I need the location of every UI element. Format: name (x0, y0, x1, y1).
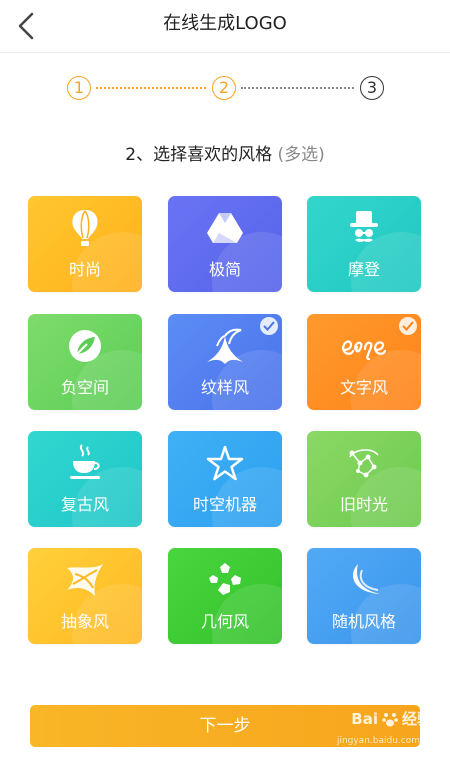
style-label: 负空间 (60, 378, 109, 397)
multi-select-hint: (多选) (277, 145, 325, 165)
style-tile-retro[interactable]: 复古风 (28, 431, 142, 527)
section-title: 2、选择喜欢的风格 (多选) (0, 140, 450, 165)
style-label: 纹样风 (200, 378, 249, 397)
abstract-swirl-icon (28, 560, 142, 600)
style-tile-abstract[interactable]: 抽象风 (28, 548, 142, 644)
step-connector-2 (241, 87, 354, 89)
style-tile-negative-space[interactable]: 负空间 (28, 314, 142, 410)
style-label: 旧时光 (339, 495, 388, 514)
progress-stepper: 1 2 3 (0, 70, 450, 110)
header-bar: 在线生成LOGO (0, 0, 450, 53)
style-tile-lettering[interactable]: 文字风 (307, 314, 421, 410)
step-3-indicator: 3 (360, 76, 384, 100)
style-label: 几何风 (200, 612, 249, 631)
style-label: 随机风格 (331, 612, 396, 631)
style-label: 复古风 (60, 495, 109, 514)
step-2-indicator: 2 (212, 76, 236, 100)
step-connector-1 (96, 87, 206, 89)
watermark-url: jingyan.baidu.com (336, 736, 420, 746)
paw-icon (382, 712, 398, 726)
selected-check-icon (260, 317, 278, 335)
style-tile-pattern[interactable]: 纹样风 (168, 314, 282, 410)
style-label: 时空机器 (192, 495, 257, 514)
page-title: 在线生成LOGO (163, 13, 287, 34)
style-tile-modern[interactable]: 摩登 (307, 196, 421, 292)
selected-check-icon (399, 317, 417, 335)
style-tile-old-times[interactable]: 旧时光 (307, 431, 421, 527)
style-label: 抽象风 (60, 612, 109, 631)
swoosh-icon (307, 560, 421, 600)
style-tile-random[interactable]: 随机风格 (307, 548, 421, 644)
style-tile-minimal[interactable]: 极简 (168, 196, 282, 292)
drive-triangle-icon (168, 208, 282, 248)
section-title-text: 2、选择喜欢的风格 (125, 145, 273, 165)
watermark-brand: Bai (351, 709, 378, 728)
hat-mustache-icon (307, 208, 421, 248)
style-label: 极简 (208, 260, 241, 279)
hot-air-balloon-icon (28, 208, 142, 248)
coffee-cup-icon (28, 443, 142, 483)
style-label: 摩登 (347, 260, 380, 279)
style-label: 文字风 (339, 378, 388, 397)
star-outline-icon (168, 443, 282, 483)
baidu-jingyan-watermark: Bai 经验 (351, 708, 432, 729)
style-tile-time-machine[interactable]: 时空机器 (168, 431, 282, 527)
pentagons-icon (168, 560, 282, 600)
watermark-suffix: 经验 (401, 710, 432, 728)
constellation-icon (307, 443, 421, 483)
leaf-circle-icon (28, 326, 142, 366)
style-tile-geometric[interactable]: 几何风 (168, 548, 282, 644)
style-label: 时尚 (68, 260, 101, 279)
step-1-indicator: 1 (67, 76, 91, 100)
style-tile-fashion[interactable]: 时尚 (28, 196, 142, 292)
